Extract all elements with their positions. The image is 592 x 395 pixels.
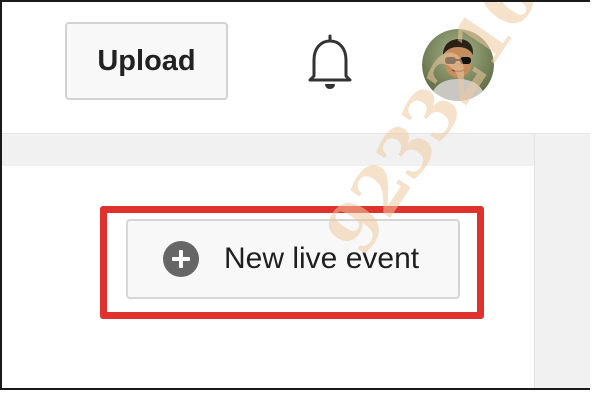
- upload-button-label: Upload: [97, 44, 196, 77]
- bell-icon-svg: [308, 34, 352, 89]
- red-highlight-annotation: [100, 206, 484, 319]
- right-side-panel: [534, 134, 590, 388]
- app-window: Upload New live event 923321617: [0, 0, 590, 390]
- user-avatar[interactable]: [422, 29, 494, 101]
- upload-button[interactable]: Upload: [65, 22, 228, 100]
- content-divider-strip: [2, 134, 590, 166]
- avatar-image: [422, 29, 494, 101]
- top-header: Upload: [2, 2, 590, 134]
- bell-icon[interactable]: [302, 32, 358, 92]
